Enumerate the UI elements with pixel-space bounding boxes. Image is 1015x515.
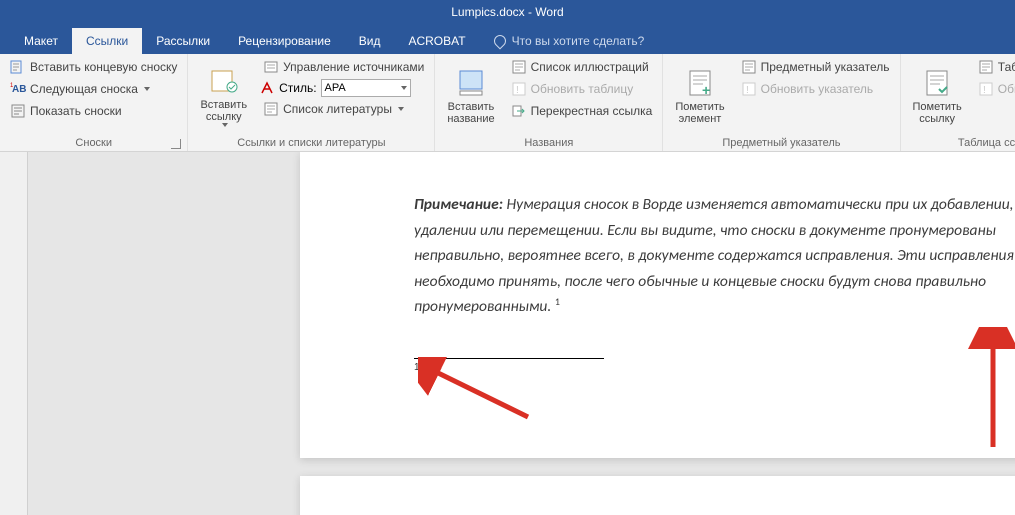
tab-references[interactable]: Ссылки xyxy=(72,28,142,54)
group-footnotes: Вставить концевую сноску AB1 Следующая с… xyxy=(0,54,188,151)
group-label-index: Предметный указатель xyxy=(669,135,893,151)
document-area[interactable]: Примечание: Нумерация сносок в Ворде изм… xyxy=(28,152,1015,515)
document-text[interactable]: Примечание: Нумерация сносок в Ворде изм… xyxy=(300,152,1015,340)
svg-text:AB: AB xyxy=(12,84,26,95)
update-table-icon: ! xyxy=(511,81,527,97)
update-table-button: ! Обновить таблицу xyxy=(507,79,657,99)
insert-toa-button[interactable]: Таблица ссылок xyxy=(974,57,1015,77)
svg-text:+: + xyxy=(702,82,710,98)
tab-mailings[interactable]: Рассылки xyxy=(142,28,224,54)
ribbon: Вставить концевую сноску AB1 Следующая с… xyxy=(0,54,1015,152)
update-toa-button: ! Обновить табл xyxy=(974,79,1015,99)
cross-reference-button[interactable]: Перекрестная ссылка xyxy=(507,101,657,121)
spell-error: Ворде xyxy=(643,195,683,214)
show-notes-button[interactable]: Показать сноски xyxy=(6,101,181,121)
tab-review[interactable]: Рецензирование xyxy=(224,28,345,54)
svg-text:!: ! xyxy=(983,85,986,96)
workspace: Примечание: Нумерация сносок в Ворде изм… xyxy=(0,152,1015,515)
style-label: Стиль: xyxy=(279,81,316,95)
next-footnote-icon: AB1 xyxy=(10,81,26,97)
mark-entry-icon: + xyxy=(684,67,716,99)
insert-citation-button[interactable]: Вставитьссылку xyxy=(194,57,253,135)
page[interactable] xyxy=(300,476,1015,515)
mark-entry-button[interactable]: + Пометитьэлемент xyxy=(669,57,730,135)
group-index: + Пометитьэлемент Предметный указатель !… xyxy=(663,54,900,151)
svg-text:!: ! xyxy=(516,85,519,96)
mark-citation-button[interactable]: Пометитьссылку xyxy=(907,57,968,135)
table-of-figures-button[interactable]: Список иллюстраций xyxy=(507,57,657,77)
show-notes-icon xyxy=(10,103,26,119)
cross-ref-icon xyxy=(511,103,527,119)
tell-me-search[interactable]: Что вы хотите сделать? xyxy=(480,28,659,54)
title-bar: Lumpics.docx - Word xyxy=(0,0,1015,24)
dialog-launcher-icon[interactable] xyxy=(171,139,181,149)
tab-acrobat[interactable]: ACROBAT xyxy=(394,28,479,54)
bibliography-button[interactable]: Список литературы xyxy=(259,99,428,119)
insert-index-icon xyxy=(741,59,757,75)
ribbon-tabs: Макет Ссылки Рассылки Рецензирование Вид… xyxy=(0,24,1015,54)
next-footnote-button[interactable]: AB1 Следующая сноска xyxy=(6,79,181,99)
group-toa: Пометитьссылку Таблица ссылок ! Обновить… xyxy=(901,54,1015,151)
manage-sources-icon xyxy=(263,59,279,75)
tab-layout[interactable]: Макет xyxy=(10,28,72,54)
tab-view[interactable]: Вид xyxy=(345,28,395,54)
group-label-toa: Таблица ссылок xyxy=(907,135,1015,151)
group-citations: Вставитьссылку Управление источниками Ст… xyxy=(188,54,435,151)
insert-endnote-button[interactable]: Вставить концевую сноску xyxy=(6,57,181,77)
insert-index-button[interactable]: Предметный указатель xyxy=(737,57,894,77)
insert-caption-icon xyxy=(455,67,487,99)
style-combo[interactable]: APA xyxy=(321,79,411,97)
update-index-button: ! Обновить указатель xyxy=(737,79,894,99)
svg-text:!: ! xyxy=(746,85,749,96)
group-label-footnotes: Сноски xyxy=(6,135,181,151)
chevron-down-icon xyxy=(398,107,404,111)
mark-citation-icon xyxy=(921,67,953,99)
chevron-down-icon xyxy=(144,87,150,91)
group-label-citations: Ссылки и списки литературы xyxy=(194,135,428,151)
chevron-down-icon xyxy=(401,86,407,90)
annotation-arrow xyxy=(968,327,1015,457)
bibliography-icon xyxy=(263,101,279,117)
group-label-captions: Названия xyxy=(441,135,656,151)
group-captions: Вставитьназвание Список иллюстраций ! Об… xyxy=(435,54,663,151)
chevron-down-icon xyxy=(222,123,228,127)
insert-caption-button[interactable]: Вставитьназвание xyxy=(441,57,500,135)
insert-citation-icon xyxy=(208,65,240,97)
style-icon xyxy=(259,80,275,96)
endnote-icon xyxy=(10,59,26,75)
annotation-arrow xyxy=(418,357,538,427)
update-toa-icon: ! xyxy=(978,81,994,97)
app-title: Lumpics.docx - Word xyxy=(451,5,563,19)
page[interactable]: Примечание: Нумерация сносок в Ворде изм… xyxy=(300,152,1015,458)
footnote-ref[interactable]: 1 xyxy=(555,295,560,308)
note-label: Примечание: xyxy=(414,195,503,214)
manage-sources-button[interactable]: Управление источниками xyxy=(259,57,428,77)
insert-toa-icon xyxy=(978,59,994,75)
update-index-icon: ! xyxy=(741,81,757,97)
table-figures-icon xyxy=(511,59,527,75)
lightbulb-icon xyxy=(491,33,508,50)
vertical-ruler xyxy=(0,152,28,515)
